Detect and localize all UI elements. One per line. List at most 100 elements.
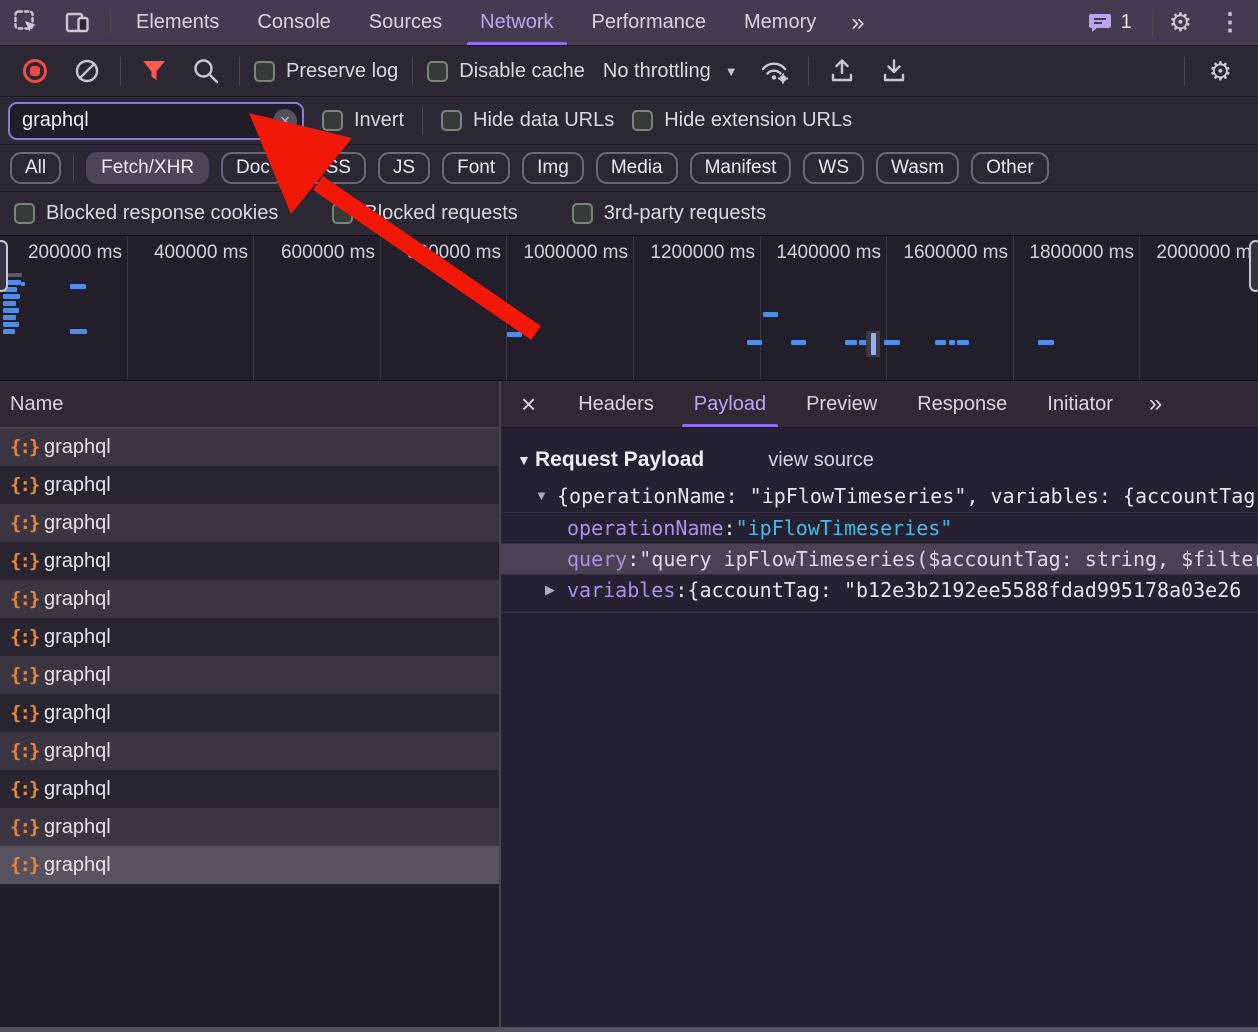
request-name: graphql xyxy=(44,550,111,573)
throttling-select[interactable]: No throttling ▼ xyxy=(599,60,742,83)
clear-network-log-button[interactable] xyxy=(68,52,106,90)
request-row[interactable]: {:}graphql xyxy=(0,770,499,808)
request-row[interactable]: {:}graphql xyxy=(0,732,499,770)
checkbox[interactable] xyxy=(322,110,343,131)
payload-row-variables[interactable]: ▶variables: {accountTag: "b12e3b2192ee55… xyxy=(501,574,1258,605)
checkbox[interactable] xyxy=(441,110,462,131)
close-detail-icon[interactable]: × xyxy=(501,381,558,427)
timeline-tick-label: 800000 ms xyxy=(407,242,501,264)
overview-right-handle[interactable] xyxy=(1249,240,1258,292)
network-settings-gear-icon[interactable]: ⚙ xyxy=(1199,56,1242,87)
device-toolbar-button[interactable] xyxy=(52,0,104,45)
hide-extension-urls-checkbox[interactable]: Hide extension URLs xyxy=(632,109,852,132)
import-har-button[interactable] xyxy=(823,52,861,90)
kebab-menu-icon[interactable]: ⋮ xyxy=(1202,0,1258,45)
detail-more-tabs-button[interactable]: » xyxy=(1133,381,1176,427)
detail-tab-preview[interactable]: Preview xyxy=(786,381,897,427)
payload-root-row[interactable]: ▼ {operationName: "ipFlowTimeseries", va… xyxy=(501,479,1258,512)
chip-ws[interactable]: WS xyxy=(803,152,864,184)
tab-network[interactable]: Network xyxy=(461,0,572,45)
chip-font[interactable]: Font xyxy=(442,152,510,184)
request-row[interactable]: {:}graphql xyxy=(0,466,499,504)
chip-all[interactable]: All xyxy=(10,152,61,184)
network-activity-bar xyxy=(747,340,762,345)
chip-js[interactable]: JS xyxy=(378,152,430,184)
chip-fetch-xhr[interactable]: Fetch/XHR xyxy=(86,152,209,184)
detail-tab-initiator[interactable]: Initiator xyxy=(1027,381,1133,427)
detail-tab-response[interactable]: Response xyxy=(897,381,1027,427)
network-conditions-button[interactable] xyxy=(756,52,794,90)
payload-row-operation-name[interactable]: operationName: "ipFlowTimeseries" xyxy=(501,512,1258,543)
devtools-window: ElementsConsoleSourcesNetworkPerformance… xyxy=(0,0,1258,1032)
tab-elements[interactable]: Elements xyxy=(117,0,238,45)
name-column-header[interactable]: Name xyxy=(0,381,499,428)
divider xyxy=(1184,57,1185,85)
checkbox[interactable] xyxy=(632,110,653,131)
request-row[interactable]: {:}graphql xyxy=(0,656,499,694)
request-payload-section[interactable]: ▼ Request Payload view source xyxy=(501,441,1258,479)
issues-button[interactable]: 1 xyxy=(1074,0,1146,45)
payload-row-query[interactable]: query: "query ipFlowTimeseries($accountT… xyxy=(501,543,1258,574)
triangle-right-icon[interactable]: ▶ xyxy=(545,582,567,598)
invert-checkbox[interactable]: Invert xyxy=(322,109,404,132)
overview-left-handle[interactable] xyxy=(0,240,8,292)
record-network-log-button[interactable] xyxy=(16,52,54,90)
network-activity-bar xyxy=(70,284,86,289)
chip-media[interactable]: Media xyxy=(596,152,678,184)
hide-data-urls-checkbox[interactable]: Hide data URLs xyxy=(441,109,614,132)
preserve-log-checkbox[interactable]: Preserve log xyxy=(254,60,398,83)
checkbox[interactable] xyxy=(572,203,593,224)
checkbox[interactable] xyxy=(14,203,35,224)
chip-doc[interactable]: Doc xyxy=(221,152,285,184)
search-button[interactable] xyxy=(187,52,225,90)
network-activity-bar xyxy=(884,340,900,345)
clear-filter-icon[interactable]: × xyxy=(273,109,297,133)
network-activity-bar xyxy=(791,340,806,345)
more-tabs-button[interactable]: » xyxy=(835,0,878,45)
settings-gear-icon[interactable]: ⚙ xyxy=(1159,0,1202,45)
filter-input[interactable] xyxy=(8,102,304,140)
detail-tab-payload[interactable]: Payload xyxy=(674,381,786,427)
request-row[interactable]: {:}graphql xyxy=(0,542,499,580)
request-name: graphql xyxy=(44,816,111,839)
detail-tab-headers[interactable]: Headers xyxy=(558,381,674,427)
3rd-party-requests-checkbox[interactable]: 3rd-party requests xyxy=(572,202,766,225)
chip-manifest[interactable]: Manifest xyxy=(690,152,792,184)
checkbox[interactable] xyxy=(332,203,353,224)
chip-wasm[interactable]: Wasm xyxy=(876,152,959,184)
triangle-down-icon[interactable]: ▼ xyxy=(517,452,535,468)
chip-img[interactable]: Img xyxy=(522,152,584,184)
triangle-down-icon[interactable]: ▼ xyxy=(535,488,557,503)
request-row[interactable]: {:}graphql xyxy=(0,504,499,542)
3rd-party-requests-label: 3rd-party requests xyxy=(604,202,766,225)
tab-sources[interactable]: Sources xyxy=(350,0,461,45)
request-row[interactable]: {:}graphql xyxy=(0,808,499,846)
request-row[interactable]: {:}graphql xyxy=(0,428,499,466)
checkbox[interactable] xyxy=(254,61,275,82)
request-row[interactable]: {:}graphql xyxy=(0,618,499,656)
filter-toggle-button[interactable] xyxy=(135,52,173,90)
checkbox[interactable] xyxy=(427,61,448,82)
export-har-button[interactable] xyxy=(875,52,913,90)
json-separator: : xyxy=(724,516,736,540)
request-detail-pane: × HeadersPayloadPreviewResponseInitiator… xyxy=(501,381,1258,1031)
tab-console[interactable]: Console xyxy=(238,0,349,45)
timeline-gridline xyxy=(1013,236,1014,380)
timeline-tick-label: 2000000 ms xyxy=(1156,242,1258,264)
network-overview-timeline[interactable]: 200000 ms400000 ms600000 ms800000 ms1000… xyxy=(0,236,1258,381)
window-bottom-edge xyxy=(0,1027,1258,1032)
blocked-response-cookies-checkbox[interactable]: Blocked response cookies xyxy=(14,202,278,225)
tab-performance[interactable]: Performance xyxy=(573,0,726,45)
disable-cache-checkbox[interactable]: Disable cache xyxy=(427,60,585,83)
inspect-element-button[interactable] xyxy=(0,0,52,45)
tab-memory[interactable]: Memory xyxy=(725,0,835,45)
chip-other[interactable]: Other xyxy=(971,152,1049,184)
json-object-preview: {accountTag: "b12e3b2192ee5588fdad995178… xyxy=(687,578,1241,602)
request-row[interactable]: {:}graphql xyxy=(0,694,499,732)
blocked-requests-checkbox[interactable]: Blocked requests xyxy=(332,202,517,225)
view-source-link[interactable]: view source xyxy=(768,449,874,472)
section-title: Request Payload xyxy=(535,448,704,472)
request-row[interactable]: {:}graphql xyxy=(0,580,499,618)
request-row[interactable]: {:}graphql xyxy=(0,846,499,884)
chip-css[interactable]: CSS xyxy=(297,152,366,184)
